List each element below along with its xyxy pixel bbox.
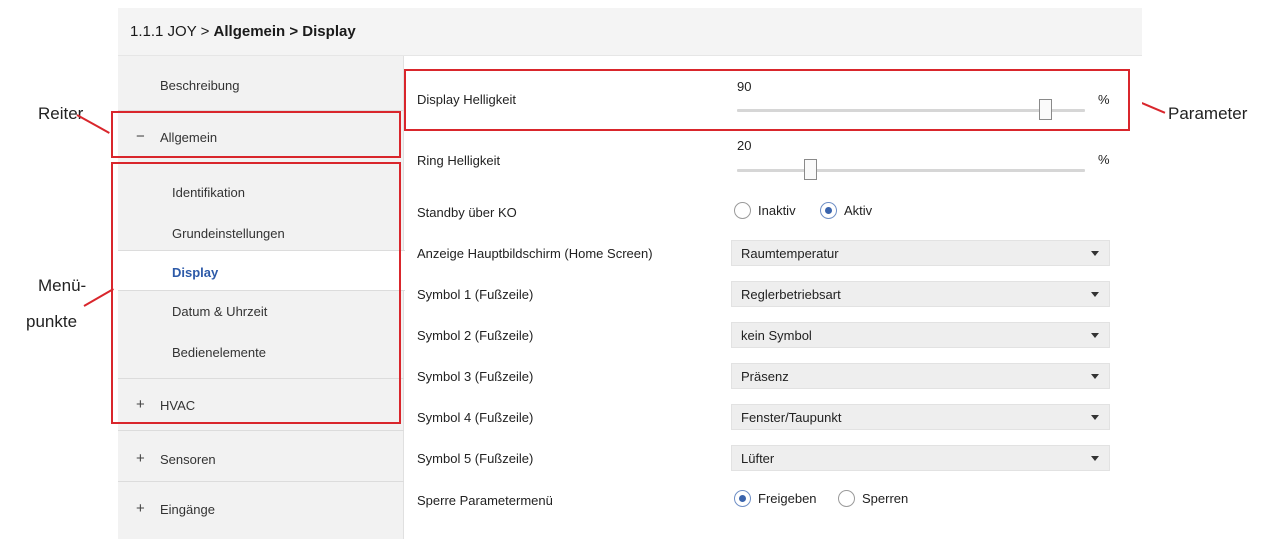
sidebar-subitem-display[interactable]: Display xyxy=(118,250,405,291)
radio-button[interactable] xyxy=(734,490,751,507)
symbol-5-select[interactable]: Lüfter xyxy=(731,445,1110,471)
breadcrumb: 1.1.1 JOY > Allgemein > Display xyxy=(130,23,356,40)
sidebar-subitem-label: Grundeinstellungen xyxy=(172,226,285,241)
param-label-sperre: Sperre Parametermenü xyxy=(417,493,553,508)
standby-radio-inaktiv[interactable]: Inaktiv xyxy=(734,202,796,219)
param-label-home-screen: Anzeige Hauptbildschirm (Home Screen) xyxy=(417,246,653,261)
select-value: Präsenz xyxy=(741,369,789,384)
plus-icon: + xyxy=(136,450,145,467)
radio-button[interactable] xyxy=(820,202,837,219)
annotation-menuepunkte-line1: Menü- xyxy=(38,276,87,295)
title-bar: 1.1.1 JOY > Allgemein > Display xyxy=(118,8,1142,56)
param-label-symbol-2: Symbol 2 (Fußzeile) xyxy=(417,328,534,343)
display-helligkeit-value: 90 xyxy=(737,79,752,94)
sidebar-subitem-label: Display xyxy=(172,265,219,280)
ring-helligkeit-unit: % xyxy=(1098,152,1110,167)
radio-label: Freigeben xyxy=(758,491,817,506)
param-label-standby: Standby über KO xyxy=(417,205,517,220)
sidebar-group-eingaenge[interactable]: + Eingänge xyxy=(118,482,404,530)
select-value: kein Symbol xyxy=(741,328,812,343)
sidebar-group-sensoren[interactable]: + Sensoren xyxy=(118,431,404,479)
caret-down-icon xyxy=(1091,374,1099,379)
home-screen-select[interactable]: Raumtemperatur xyxy=(731,240,1110,266)
display-helligkeit-unit: % xyxy=(1098,92,1110,107)
sidebar-group-label: Eingänge xyxy=(160,502,215,517)
symbol-2-select[interactable]: kein Symbol xyxy=(731,322,1110,348)
plus-icon: + xyxy=(136,500,145,517)
caret-down-icon xyxy=(1091,333,1099,338)
symbol-1-select[interactable]: Reglerbetriebsart xyxy=(731,281,1110,307)
ring-helligkeit-value: 20 xyxy=(737,138,752,153)
sidebar-subitem-label: Identifikation xyxy=(172,185,245,200)
sidebar-item-beschreibung[interactable]: Beschreibung xyxy=(118,56,404,96)
annotation-parameter: Parameter xyxy=(1168,104,1248,123)
standby-radio-aktiv[interactable]: Aktiv xyxy=(820,202,872,219)
radio-button[interactable] xyxy=(838,490,855,507)
sidebar-group-label: Sensoren xyxy=(160,452,216,467)
breadcrumb-prefix: 1.1.1 JOY > xyxy=(130,23,214,40)
sidebar-subitem-label: Datum & Uhrzeit xyxy=(172,304,268,319)
breadcrumb-current: Allgemein > Display xyxy=(213,23,356,40)
symbol-3-select[interactable]: Präsenz xyxy=(731,363,1110,389)
param-label-symbol-1: Symbol 1 (Fußzeile) xyxy=(417,287,534,302)
symbol-4-select[interactable]: Fenster/Taupunkt xyxy=(731,404,1110,430)
sidebar-group-allgemein[interactable]: − Allgemein xyxy=(118,111,404,157)
select-value: Lüfter xyxy=(741,451,775,466)
parameter-panel: Display Helligkeit 90 % Ring Helligkeit … xyxy=(405,56,1142,539)
radio-label: Inaktiv xyxy=(758,203,796,218)
param-label-display-helligkeit: Display Helligkeit xyxy=(417,92,516,107)
annotation-menuepunkte-line2: punkte xyxy=(26,312,78,331)
sidebar-subitem-identifikation[interactable]: Identifikation xyxy=(118,176,404,216)
param-label-symbol-3: Symbol 3 (Fußzeile) xyxy=(417,369,534,384)
caret-down-icon xyxy=(1091,415,1099,420)
sidebar-item-label: Beschreibung xyxy=(160,78,240,93)
ring-helligkeit-slider[interactable] xyxy=(737,169,1085,172)
display-helligkeit-slider[interactable] xyxy=(737,109,1085,112)
caret-down-icon xyxy=(1091,251,1099,256)
sidebar-subitem-label: Bedienelemente xyxy=(172,345,266,360)
select-value: Fenster/Taupunkt xyxy=(741,410,842,425)
sperre-radio-freigeben[interactable]: Freigeben xyxy=(734,490,817,507)
plus-icon: + xyxy=(136,396,145,413)
param-label-symbol-4: Symbol 4 (Fußzeile) xyxy=(417,410,534,425)
select-value: Reglerbetriebsart xyxy=(741,287,841,302)
minus-icon: − xyxy=(136,128,145,145)
sperre-radio-sperren[interactable]: Sperren xyxy=(838,490,908,507)
sidebar-subitem-datum-uhrzeit[interactable]: Datum & Uhrzeit xyxy=(118,296,404,336)
sidebar-group-label: HVAC xyxy=(160,398,196,413)
sidebar-group-hvac[interactable]: + HVAC xyxy=(118,379,404,427)
radio-label: Sperren xyxy=(862,491,909,506)
ring-helligkeit-slider-handle[interactable] xyxy=(804,159,817,180)
select-value: Raumtemperatur xyxy=(741,246,839,261)
sidebar-group-label: Allgemein xyxy=(160,130,218,145)
annotation-line-menuepunkte xyxy=(83,288,114,307)
radio-button[interactable] xyxy=(734,202,751,219)
param-label-ring-helligkeit: Ring Helligkeit xyxy=(417,153,501,168)
parameter-window: 1.1.1 JOY > Allgemein > Display Beschrei… xyxy=(118,8,1142,539)
radio-label: Aktiv xyxy=(844,203,873,218)
display-helligkeit-slider-handle[interactable] xyxy=(1038,99,1052,120)
caret-down-icon xyxy=(1091,292,1099,297)
sidebar: Beschreibung − Allgemein Identifikation … xyxy=(118,56,405,539)
caret-down-icon xyxy=(1091,456,1099,461)
param-label-symbol-5: Symbol 5 (Fußzeile) xyxy=(417,451,534,466)
sidebar-subitem-bedienelemente[interactable]: Bedienelemente xyxy=(118,336,404,376)
